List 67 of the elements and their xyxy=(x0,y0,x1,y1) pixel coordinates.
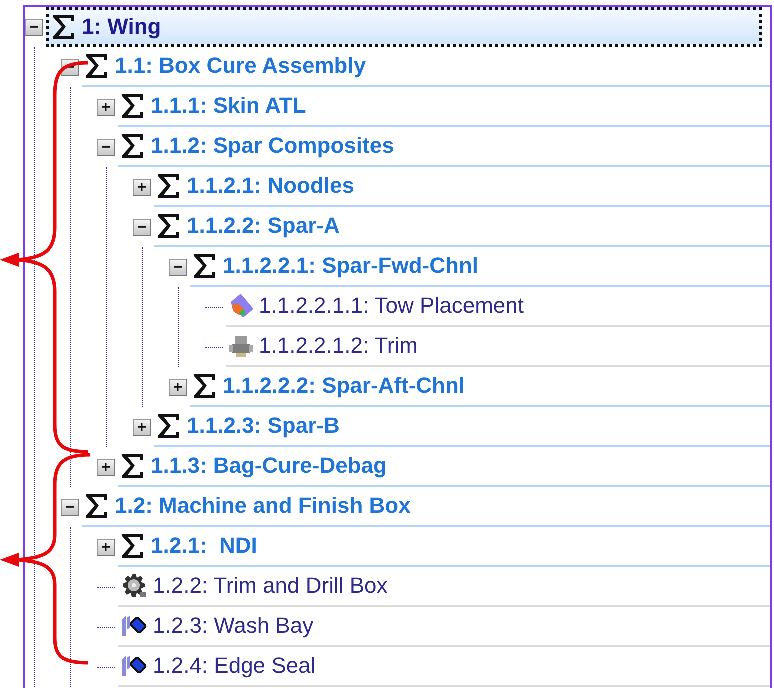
tree-item[interactable]: 1.1.2.2.2: Spar-Aft-Chnl xyxy=(190,367,770,407)
machine-icon xyxy=(228,333,254,359)
sigma-icon xyxy=(120,452,146,480)
tree-item[interactable]: 1.1: Box Cure Assembly xyxy=(82,47,770,87)
collapse-toggle[interactable] xyxy=(25,18,43,36)
expand-toggle[interactable] xyxy=(97,98,115,116)
collapse-toggle[interactable] xyxy=(97,138,115,156)
tag-icon xyxy=(120,614,148,638)
sigma-icon xyxy=(84,492,110,520)
node-label: 1.2.2: Trim and Drill Box xyxy=(153,575,388,597)
node-label: 1.1.2.1: Noodles xyxy=(187,175,355,197)
node-label: 1.1.3: Bag-Cure-Debag xyxy=(151,455,387,477)
collapse-toggle[interactable] xyxy=(61,498,79,516)
gear-icon xyxy=(120,573,148,599)
sigma-icon xyxy=(192,372,218,400)
node-label: 1.2.4: Edge Seal xyxy=(153,655,316,677)
tree-item[interactable]: 1.1.3: Bag-Cure-Debag xyxy=(118,447,770,487)
sigma-icon xyxy=(156,412,182,440)
tree-item[interactable]: 1.1.1: Skin ATL xyxy=(118,87,770,127)
node-label: 1.2.1: NDI xyxy=(151,535,258,557)
plus-icon xyxy=(173,382,183,392)
plus-icon xyxy=(101,462,111,472)
tree-item[interactable]: 1.2.2: Trim and Drill Box xyxy=(118,567,770,607)
collapse-toggle[interactable] xyxy=(169,258,187,276)
node-label: 1.1.2.2.2: Spar-Aft-Chnl xyxy=(223,375,466,397)
tree-item[interactable]: 1.1.2.2.1.1: Tow Placement xyxy=(226,287,770,327)
node-label: 1.1.1: Skin ATL xyxy=(151,95,306,117)
tree-item[interactable]: 1: Wing xyxy=(46,7,762,47)
tree-item[interactable]: 1.1.2.3: Spar-B xyxy=(154,407,770,447)
node-label: 1.2: Machine and Finish Box xyxy=(115,495,411,517)
tree-item[interactable]: 1.1.2.1: Noodles xyxy=(154,167,770,207)
sigma-icon xyxy=(120,92,146,120)
sigma-icon xyxy=(120,532,146,560)
node-label: 1.1.2.3: Spar-B xyxy=(187,415,340,437)
sigma-icon xyxy=(156,172,182,200)
sigma-icon xyxy=(51,13,77,41)
tree-item[interactable]: 1.1.2.2: Spar-A xyxy=(154,207,770,247)
tree-item[interactable]: 1.2.1: NDI xyxy=(118,527,770,567)
tree-item[interactable]: 1.2: Machine and Finish Box xyxy=(82,487,770,527)
tree-item[interactable]: 1.1.2.2.1.2: Trim xyxy=(226,327,770,367)
plus-icon xyxy=(101,542,111,552)
node-label: 1.1.2.2.1: Spar-Fwd-Chnl xyxy=(223,255,478,277)
node-label: 1.2.3: Wash Bay xyxy=(153,615,314,637)
expand-toggle[interactable] xyxy=(133,418,151,436)
sigma-icon xyxy=(156,212,182,240)
tree-item[interactable]: 1.1.2.2.1: Spar-Fwd-Chnl xyxy=(190,247,770,287)
node-label: 1.1.2: Spar Composites xyxy=(151,135,394,157)
node-label: 1.1.2.2: Spar-A xyxy=(187,215,340,237)
collapse-toggle[interactable] xyxy=(133,218,151,236)
node-label: 1.1.2.2.1.2: Trim xyxy=(259,335,418,357)
sigma-icon xyxy=(192,252,218,280)
expand-toggle[interactable] xyxy=(97,458,115,476)
node-label: 1.1: Box Cure Assembly xyxy=(115,55,366,77)
plus-icon xyxy=(101,102,111,112)
expand-toggle[interactable] xyxy=(133,178,151,196)
node-label: 1: Wing xyxy=(82,16,162,38)
tree-item[interactable]: 1.2.4: Edge Seal xyxy=(118,647,770,687)
expand-toggle[interactable] xyxy=(97,538,115,556)
expand-toggle[interactable] xyxy=(169,378,187,396)
plus-icon xyxy=(137,182,147,192)
plus-icon xyxy=(137,422,147,432)
sigma-icon xyxy=(120,132,146,160)
tag-icon xyxy=(120,654,148,678)
tree-item[interactable]: 1.1.2: Spar Composites xyxy=(118,127,770,167)
node-label: 1.1.2.2.1.1: Tow Placement xyxy=(259,295,524,317)
tree-item[interactable]: 1.2.3: Wash Bay xyxy=(118,607,770,647)
sigma-icon xyxy=(84,52,110,80)
